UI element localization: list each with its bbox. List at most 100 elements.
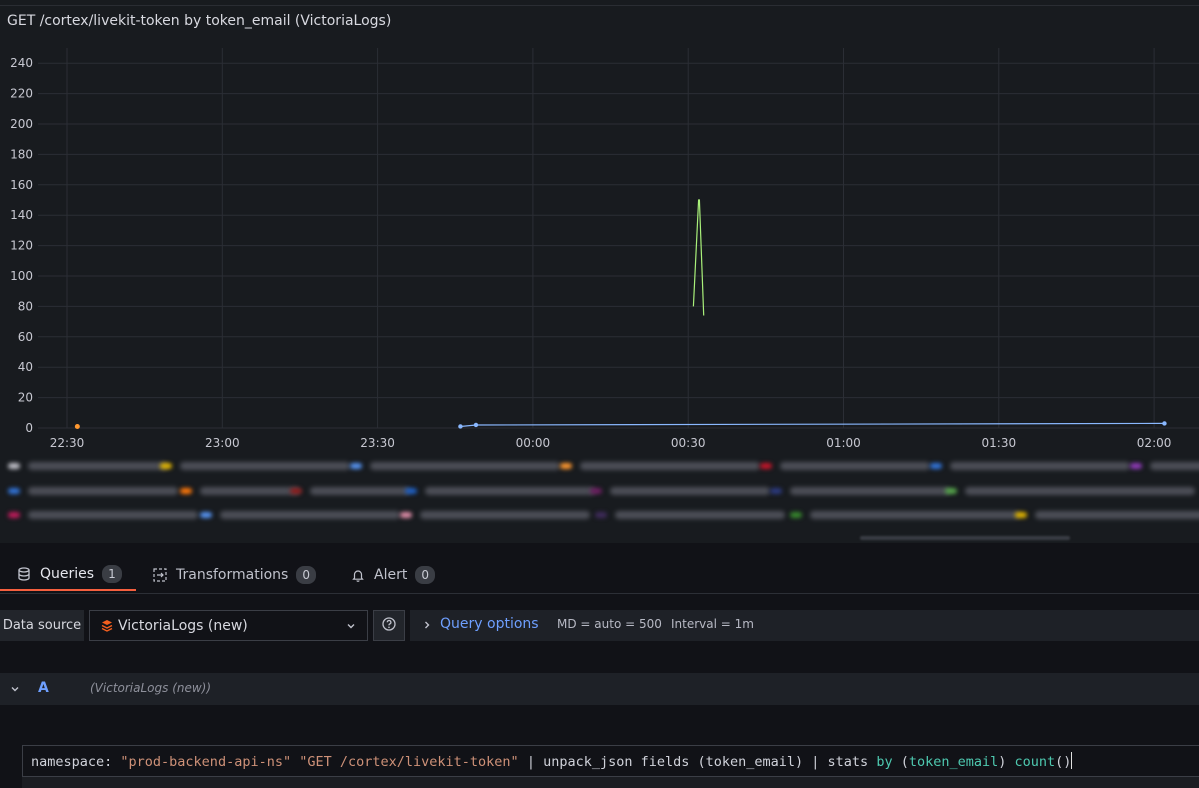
legend-item[interactable] — [8, 486, 178, 496]
datasource-selected: VictoriaLogs (new) — [118, 617, 248, 634]
legend-swatch — [760, 463, 772, 469]
legend-swatch — [200, 512, 212, 518]
legend-item[interactable] — [1130, 461, 1199, 471]
series-line-3[interactable] — [460, 422, 1165, 428]
legend-swatch — [1130, 463, 1142, 469]
code-token: ( — [892, 754, 909, 770]
x-tick-label: 00:00 — [516, 436, 551, 450]
query-ref-id[interactable]: A — [38, 680, 49, 696]
legend-label-redacted — [610, 487, 770, 495]
series-point-3[interactable] — [473, 422, 479, 428]
tab-queries-label: Queries — [40, 565, 95, 582]
panel-title[interactable]: GET /cortex/livekit-token by token_email… — [7, 13, 391, 29]
legend-item[interactable] — [930, 461, 1130, 471]
legend-label-redacted — [965, 487, 1195, 495]
datasource-help-button[interactable] — [373, 610, 405, 641]
x-tick-label: 23:30 — [360, 436, 395, 450]
tab-queries-count: 1 — [102, 564, 122, 583]
y-tick-label: 240 — [10, 56, 33, 70]
legend-label-redacted — [28, 511, 198, 519]
y-tick-label: 160 — [10, 178, 33, 192]
tab-transformations-label: Transformations — [176, 566, 289, 583]
legend-label-redacted — [780, 462, 930, 470]
datasource-picker[interactable]: VictoriaLogs (new) — [89, 610, 368, 641]
legend-item[interactable] — [590, 486, 770, 496]
legend-swatch — [945, 488, 957, 494]
legend-swatch — [400, 512, 412, 518]
legend-item[interactable] — [180, 486, 300, 496]
chevron-down-icon[interactable] — [8, 682, 22, 696]
victorialogs-logo-icon — [100, 619, 114, 633]
legend-item[interactable] — [770, 486, 950, 496]
legend-item[interactable] — [790, 510, 1020, 520]
legend-item[interactable] — [350, 461, 560, 471]
query-editor[interactable]: namespace: "prod-backend-api-ns" "GET /c… — [22, 745, 1199, 777]
graph-panel: GET /cortex/livekit-token by token_email… — [0, 0, 1199, 543]
legend-item[interactable] — [945, 486, 1195, 496]
transform-icon — [152, 567, 168, 583]
chevron-right-icon[interactable] — [420, 618, 434, 632]
code-function: count — [1014, 754, 1056, 770]
legend-item[interactable] — [1015, 510, 1199, 520]
legend-row — [0, 484, 1199, 498]
legend-item[interactable] — [595, 510, 785, 520]
editor-tabs: Queries 1 Transformations 0 Alert 0 — [0, 558, 1199, 594]
legend-item[interactable] — [290, 486, 410, 496]
bell-icon — [350, 567, 366, 583]
chevron-down-icon[interactable] — [344, 619, 358, 633]
series-point-3[interactable] — [458, 424, 463, 429]
panel-top-border — [0, 5, 1199, 6]
chart-series — [74, 199, 1167, 429]
legend-label-redacted — [790, 487, 950, 495]
x-tick-label: 01:30 — [982, 436, 1017, 450]
legend-swatch — [560, 463, 572, 469]
query-row-header[interactable]: A (VictoriaLogs (new)) — [0, 673, 1199, 705]
legend-label-redacted — [580, 462, 760, 470]
y-tick-label: 140 — [10, 208, 33, 222]
legend-item[interactable] — [760, 461, 930, 471]
legend-swatch — [290, 488, 302, 494]
code-token: | unpack_json fields (token_email) | sta… — [518, 754, 877, 770]
query-options-bar[interactable]: Query options MD = auto = 500 Interval =… — [410, 610, 1199, 641]
y-tick-label: 40 — [18, 360, 33, 374]
query-options-toggle[interactable]: Query options — [440, 616, 539, 632]
legend-swatch — [160, 463, 172, 469]
y-tick-label: 200 — [10, 117, 33, 131]
code-string: "prod-backend-api-ns" — [120, 754, 292, 770]
legend-row — [0, 508, 1199, 522]
y-tick-label: 180 — [10, 147, 33, 161]
legend-label-redacted — [310, 487, 410, 495]
legend-swatch — [595, 512, 607, 518]
series-point-3[interactable] — [1162, 421, 1167, 426]
legend-item[interactable] — [405, 486, 595, 496]
series-point-4[interactable] — [74, 423, 80, 429]
tab-alert[interactable]: Alert 0 — [350, 558, 435, 591]
series-line-0[interactable] — [692, 199, 705, 316]
legend-swatch — [770, 488, 782, 494]
tab-queries[interactable]: Queries 1 — [0, 558, 136, 591]
legend-item[interactable] — [8, 461, 168, 471]
legend-swatch — [8, 463, 20, 469]
legend-item[interactable] — [8, 510, 198, 520]
legend-item[interactable] — [160, 461, 350, 471]
legend-label-redacted — [28, 487, 178, 495]
legend-label-redacted — [200, 487, 300, 495]
editor-footer — [22, 777, 1199, 788]
tab-transformations[interactable]: Transformations 0 — [152, 558, 316, 591]
datasource-row: Data source VictoriaLogs (new) Query opt… — [0, 610, 1199, 642]
legend-label-redacted — [810, 511, 1020, 519]
legend-swatch — [8, 512, 20, 518]
legend-scrollbar[interactable] — [860, 536, 1070, 540]
legend-item[interactable] — [200, 510, 400, 520]
code-keyword: by — [876, 754, 893, 770]
chart-legend[interactable] — [0, 456, 1199, 540]
code-string: "GET /cortex/livekit-token" — [299, 754, 519, 770]
query-code[interactable]: namespace: "prod-backend-api-ns" "GET /c… — [31, 752, 1073, 770]
legend-item[interactable] — [400, 510, 590, 520]
legend-label-redacted — [370, 462, 560, 470]
legend-item[interactable] — [560, 461, 760, 471]
code-token: ) — [998, 754, 1015, 770]
time-series-chart[interactable]: 020406080100120140160180200220240 22:30 2… — [0, 40, 1199, 460]
y-tick-label: 0 — [25, 421, 33, 435]
x-tick-label: 00:30 — [671, 436, 706, 450]
